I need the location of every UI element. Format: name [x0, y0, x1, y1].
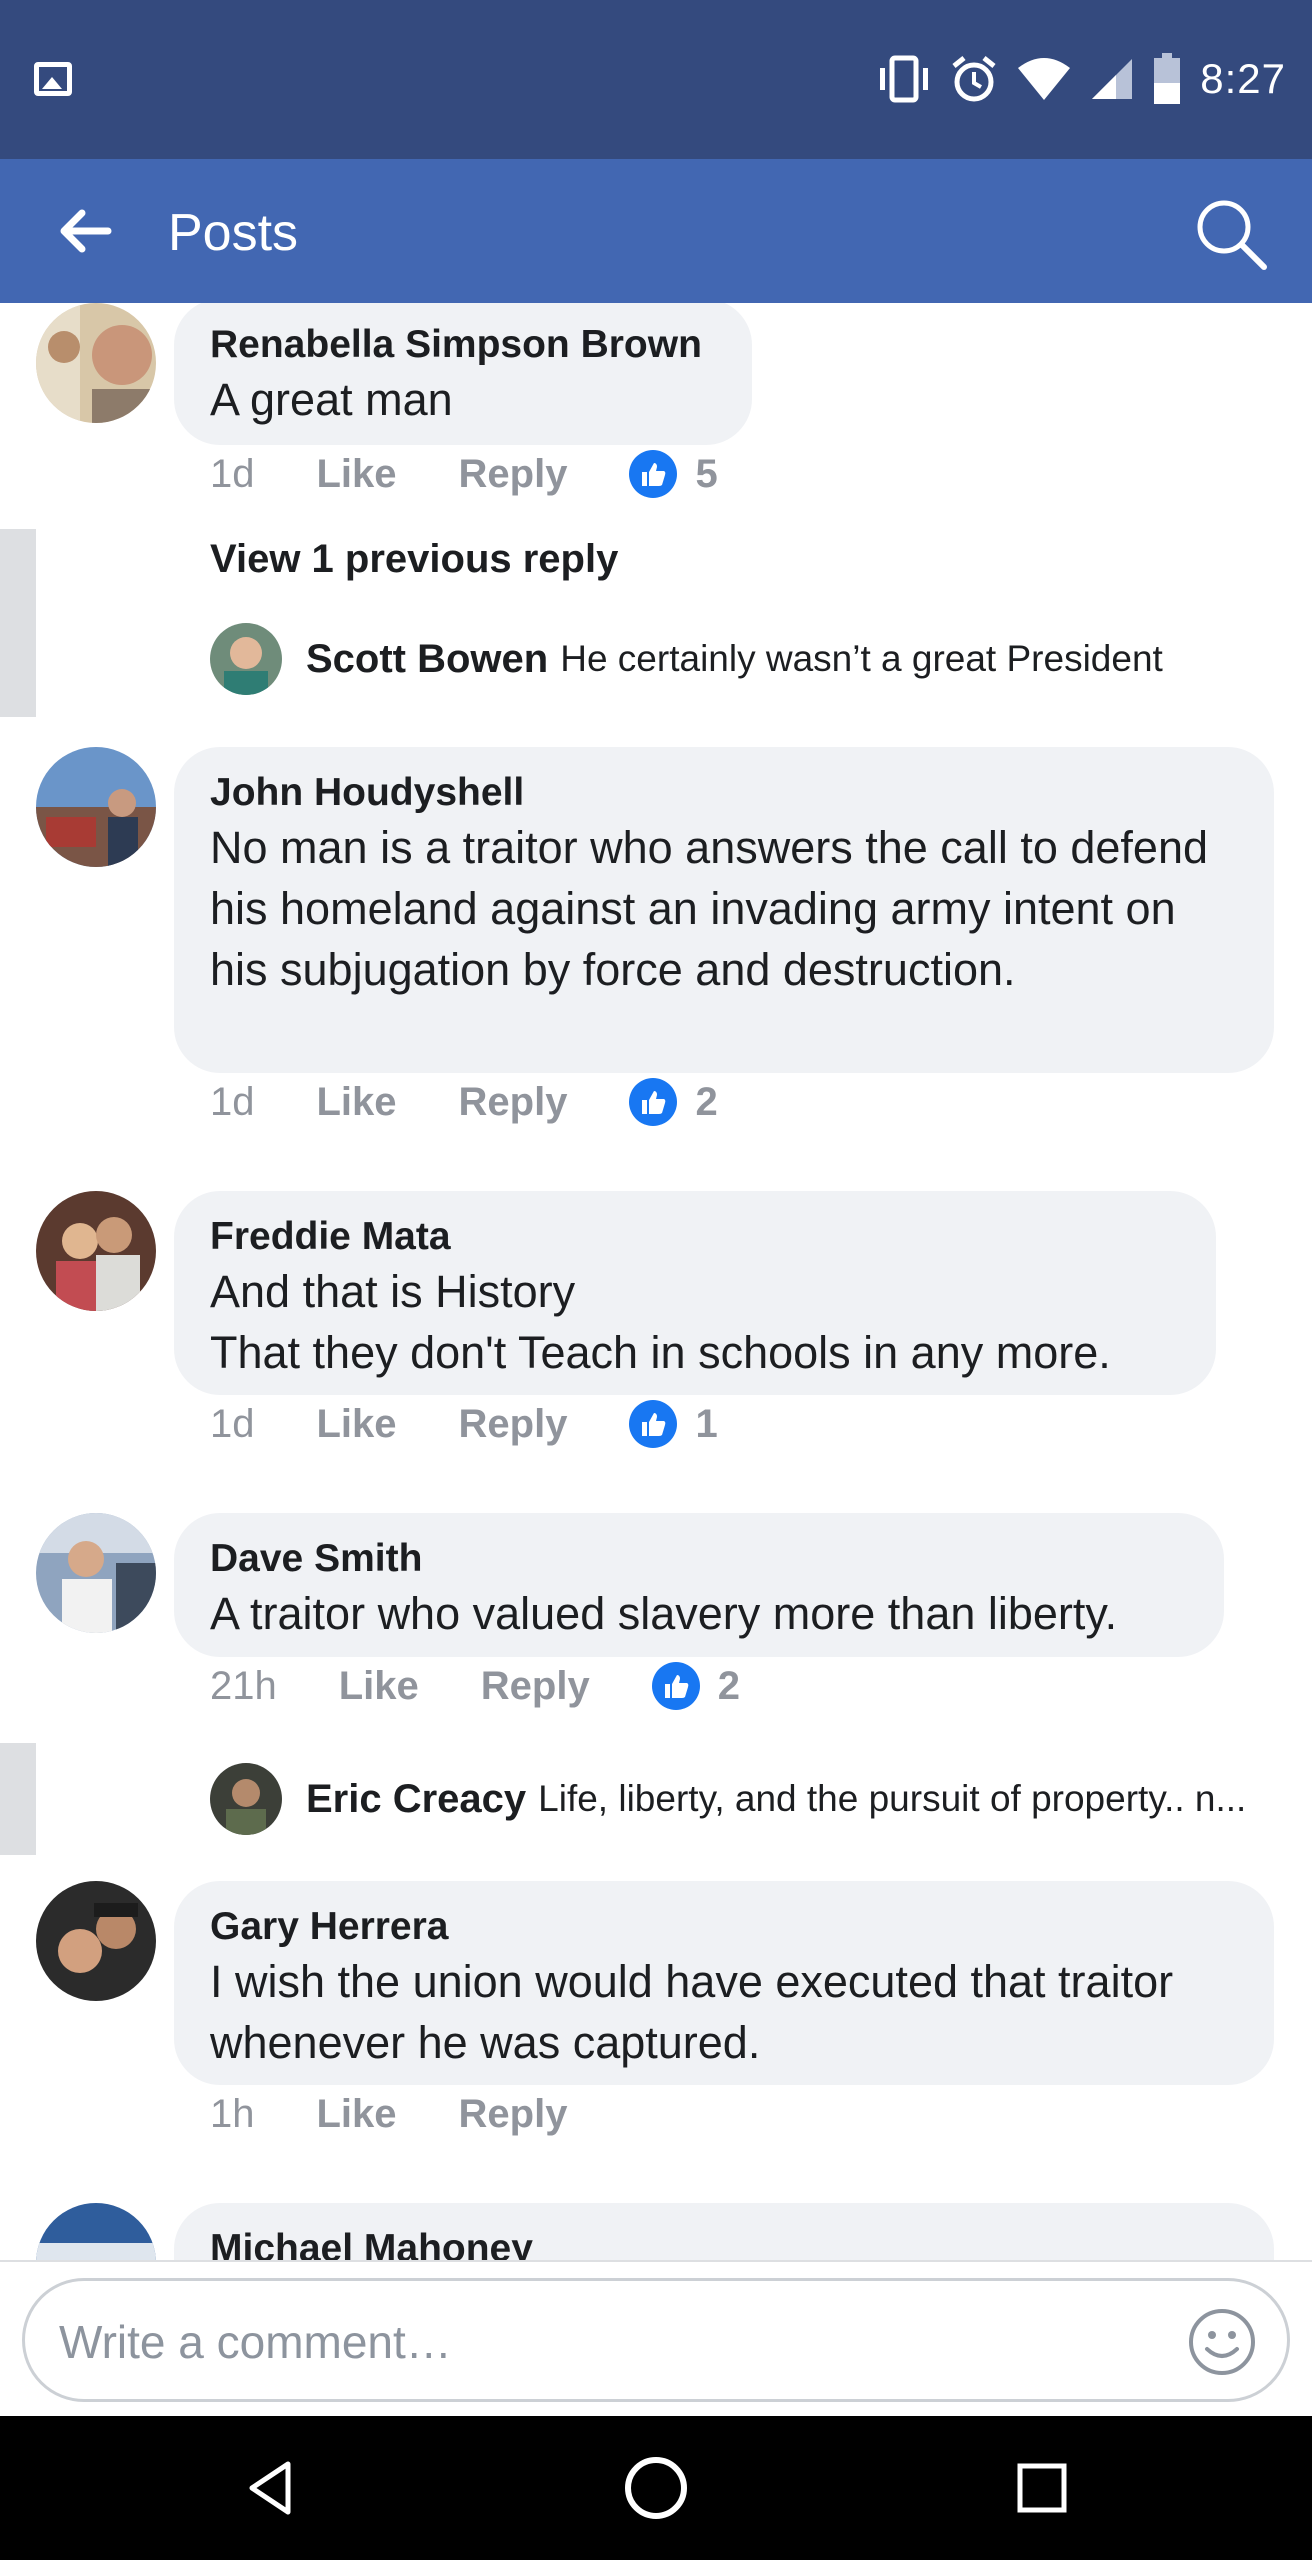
comment-text: And that is History That they don't Teac…	[210, 1266, 1111, 1378]
reply-preview[interactable]: Scott Bowen He certainly wasn’t a great …	[210, 623, 1163, 695]
back-arrow-icon[interactable]	[52, 199, 116, 263]
comment-actions: 21h Like Reply 2	[210, 1661, 740, 1711]
reply-button[interactable]: Reply	[459, 2092, 568, 2137]
reaction-count[interactable]: 5	[629, 450, 718, 498]
avatar[interactable]	[36, 1191, 156, 1311]
like-button[interactable]: Like	[339, 1664, 419, 1709]
avatar[interactable]	[36, 1513, 156, 1633]
reply-text: He certainly wasn’t a great President	[560, 638, 1163, 679]
clock: 8:27	[1200, 55, 1286, 102]
reply-preview[interactable]: Eric Creacy Life, liberty, and the pursu…	[210, 1763, 1310, 1835]
thumbs-up-icon	[629, 450, 678, 498]
thread-indicator	[0, 529, 36, 717]
reply-button[interactable]: Reply	[459, 1402, 568, 1447]
comment-bubble[interactable]: Gary Herrera I wish the union would have…	[174, 1881, 1274, 2085]
comment-author[interactable]: Gary Herrera	[210, 1903, 1238, 1951]
thread-indicator	[0, 1743, 36, 1855]
view-previous-replies[interactable]: View 1 previous reply	[210, 537, 618, 582]
comment-actions: 1d Like Reply 1	[210, 1399, 718, 1449]
app-bar: Posts	[0, 159, 1312, 303]
avatar[interactable]	[36, 303, 156, 423]
wifi-icon	[1018, 58, 1071, 100]
reply-author[interactable]: Scott Bowen	[306, 637, 548, 682]
alarm-icon	[952, 56, 996, 102]
comment-author[interactable]: Freddie Mata	[210, 1213, 1180, 1261]
comment-actions: 1d Like Reply 5	[210, 449, 718, 499]
back-triangle-icon[interactable]	[240, 2458, 300, 2518]
comment-author[interactable]: Renabella Simpson Brown	[210, 321, 716, 369]
comment-time[interactable]: 1d	[210, 1080, 255, 1125]
comment-text: A great man	[210, 374, 453, 425]
like-button[interactable]: Like	[317, 1402, 397, 1447]
vibrate-icon	[880, 55, 929, 103]
comment-bubble[interactable]: Michael Mahoney	[174, 2203, 1274, 2260]
status-icons: 8:27	[876, 50, 1286, 108]
avatar[interactable]	[210, 623, 282, 695]
avatar[interactable]	[36, 747, 156, 867]
comment-text: No man is a traitor who answers the call…	[210, 822, 1208, 995]
recents-square-icon[interactable]	[1012, 2458, 1072, 2518]
avatar[interactable]	[36, 1881, 156, 2001]
like-button[interactable]: Like	[317, 452, 397, 497]
comment-bubble[interactable]: Renabella Simpson Brown A great man	[174, 303, 752, 445]
thumbs-up-icon	[629, 1078, 678, 1126]
comment-author[interactable]: John Houdyshell	[210, 769, 1238, 817]
avatar[interactable]	[36, 2203, 156, 2260]
page-title: Posts	[168, 204, 299, 262]
status-bar: 8:27	[0, 0, 1312, 159]
comment-actions: 1d Like Reply 2	[210, 1077, 718, 1127]
like-button[interactable]: Like	[317, 1080, 397, 1125]
comment-actions: 1h Like Reply	[210, 2089, 567, 2139]
avatar[interactable]	[210, 1763, 282, 1835]
comment-input-placeholder: Write a comment…	[59, 2316, 452, 2368]
comment-text: A traitor who valued slavery more than l…	[210, 1588, 1118, 1639]
thumbs-up-icon	[629, 1400, 678, 1448]
comment-time[interactable]: 1d	[210, 452, 255, 497]
reply-text: Life, liberty, and the pursuit of proper…	[538, 1778, 1247, 1819]
comment-time[interactable]: 21h	[210, 1664, 277, 1709]
signal-icon	[1092, 59, 1133, 99]
navigation-bar	[0, 2416, 1312, 2560]
reply-button[interactable]: Reply	[459, 452, 568, 497]
comment-bubble[interactable]: Dave Smith A traitor who valued slavery …	[174, 1513, 1224, 1657]
reaction-count[interactable]: 2	[629, 1078, 718, 1126]
reply-button[interactable]: Reply	[481, 1664, 590, 1709]
comment-text: I wish the union would have executed tha…	[210, 1956, 1174, 2068]
reaction-count[interactable]: 2	[651, 1662, 740, 1710]
comment-time[interactable]: 1h	[210, 2092, 255, 2137]
battery-icon	[1154, 53, 1181, 104]
reply-author[interactable]: Eric Creacy	[306, 1777, 526, 1822]
comment-composer: Write a comment…	[0, 2260, 1312, 2416]
gallery-notification-icon	[34, 62, 72, 96]
home-circle-icon[interactable]	[622, 2454, 690, 2522]
like-button[interactable]: Like	[317, 2092, 397, 2137]
comment-bubble[interactable]: John Houdyshell No man is a traitor who …	[174, 747, 1274, 1073]
comment-input[interactable]: Write a comment…	[22, 2278, 1290, 2402]
comment-time[interactable]: 1d	[210, 1402, 255, 1447]
comment-bubble[interactable]: Freddie Mata And that is History That th…	[174, 1191, 1216, 1395]
reaction-count[interactable]: 1	[629, 1400, 718, 1448]
comment-author[interactable]: Dave Smith	[210, 1535, 1188, 1583]
reply-button[interactable]: Reply	[459, 1080, 568, 1125]
search-icon[interactable]	[1192, 195, 1268, 271]
comment-author[interactable]: Michael Mahoney	[210, 2225, 1238, 2260]
comments-feed: Renabella Simpson Brown A great man 1d L…	[0, 303, 1312, 2260]
emoji-icon[interactable]	[1187, 2307, 1257, 2377]
thumbs-up-icon	[651, 1662, 700, 1710]
